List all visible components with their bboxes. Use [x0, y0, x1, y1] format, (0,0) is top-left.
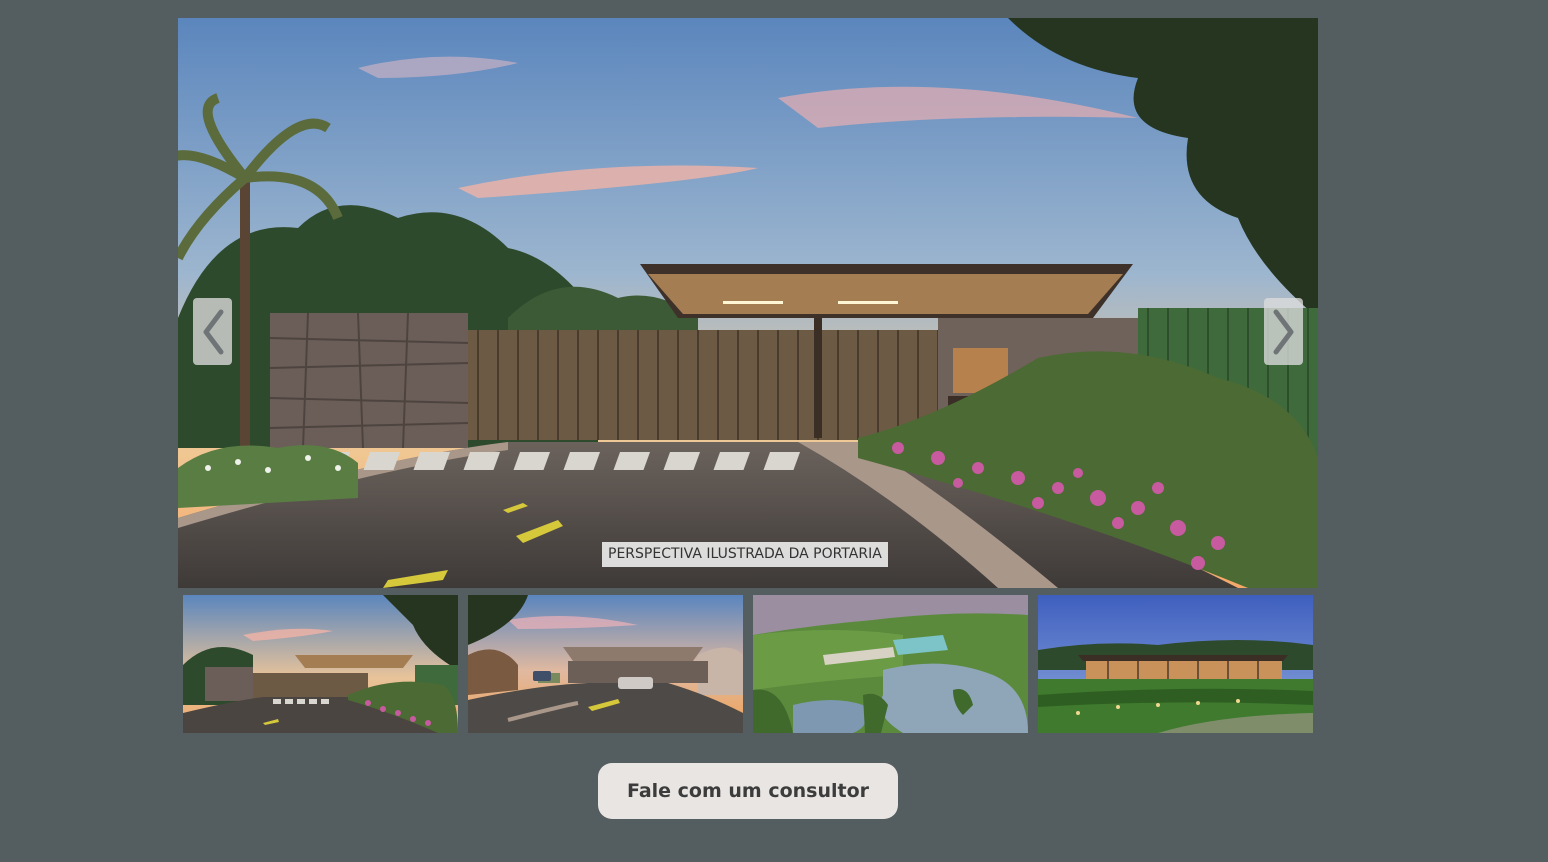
contact-consultant-button[interactable]: Fale com um consultor — [598, 763, 898, 819]
prev-slide-button[interactable] — [193, 298, 232, 365]
thumbnail-3[interactable] — [753, 595, 1028, 733]
thumbnail-4[interactable] — [1038, 595, 1313, 733]
main-slide: PERSPECTIVA ILUSTRADA DA PORTARIA — [178, 18, 1318, 588]
thumbnail-strip — [183, 595, 1313, 733]
chevron-right-icon — [1273, 309, 1293, 354]
slide-caption: PERSPECTIVA ILUSTRADA DA PORTARIA — [602, 542, 888, 567]
chevron-left-icon — [203, 309, 223, 354]
main-slide-image — [178, 18, 1318, 588]
thumbnail-1[interactable] — [183, 595, 458, 733]
next-slide-button[interactable] — [1264, 298, 1303, 365]
thumbnail-2[interactable] — [468, 595, 743, 733]
